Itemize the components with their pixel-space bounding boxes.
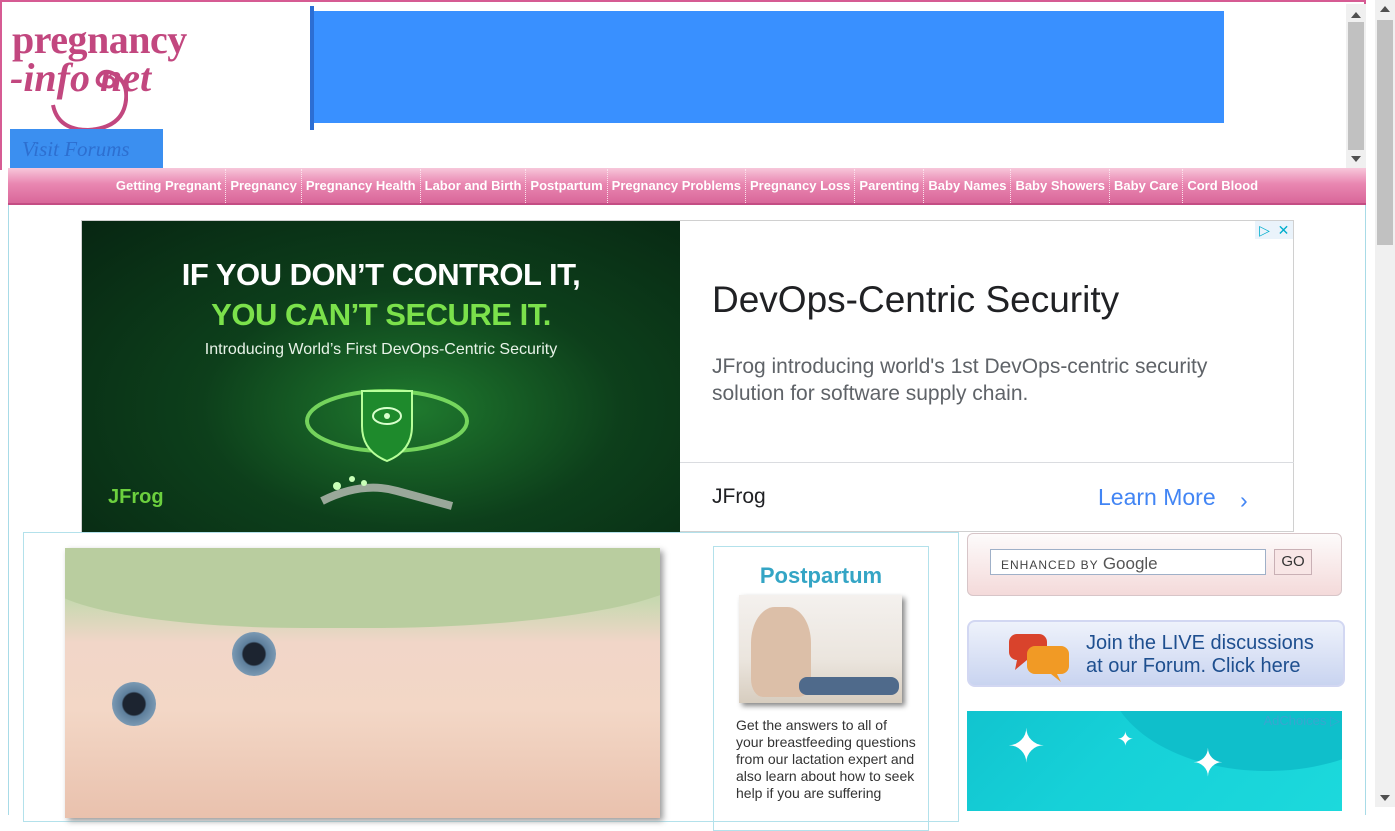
nav-pregnancy-loss[interactable]: Pregnancy Loss xyxy=(746,168,856,203)
nav-labor-and-birth[interactable]: Labor and Birth xyxy=(421,168,527,203)
scroll-up-arrow-icon[interactable] xyxy=(1351,12,1361,18)
adchoices-label: AdChoices xyxy=(1263,713,1327,728)
search-enhanced-label: ENHANCED BY xyxy=(1001,558,1099,572)
ad-image-headline-1: IF YOU DON’T CONTROL IT, xyxy=(181,257,581,292)
nav-pregnancy-health[interactable]: Pregnancy Health xyxy=(302,168,421,203)
scroll-up-arrow-icon[interactable] xyxy=(1380,6,1390,12)
visit-forums-button[interactable]: Visit Forums xyxy=(10,129,163,169)
page-scrollbar[interactable] xyxy=(1375,0,1395,807)
chat-bubbles-icon xyxy=(1009,634,1069,682)
star-icon: ✦ xyxy=(1007,720,1046,772)
baby-eye-right xyxy=(232,632,276,676)
site-search-box: ENHANCED BY Google GO xyxy=(967,533,1342,596)
scroll-down-arrow-icon[interactable] xyxy=(1351,156,1361,162)
nav-parenting[interactable]: Parenting xyxy=(855,168,925,203)
baby-photo[interactable] xyxy=(65,548,660,818)
header-frame-scrollbar[interactable] xyxy=(1346,4,1366,170)
ad-image-subline: Introducing World’s First DevOps-Centric… xyxy=(204,341,558,358)
main-nav: Getting Pregnant Pregnancy Pregnancy Hea… xyxy=(8,168,1366,205)
learn-more-button[interactable]: Learn More xyxy=(1098,484,1216,511)
display-ad[interactable]: IF YOU DON’T CONTROL IT, YOU CAN’T SECUR… xyxy=(81,220,1294,533)
nav-pregnancy[interactable]: Pregnancy xyxy=(226,168,302,203)
star-icon: ✦ xyxy=(1192,743,1224,785)
search-input[interactable]: ENHANCED BY Google xyxy=(990,549,1266,575)
logo-text-line1: pregnancy xyxy=(12,17,187,62)
scrollbar-thumb[interactable] xyxy=(1348,22,1364,150)
nav-baby-care[interactable]: Baby Care xyxy=(1110,168,1184,203)
ad-controls: ▷ ✕ xyxy=(1255,221,1293,239)
ad-description: JFrog introducing world's 1st DevOps-cen… xyxy=(712,355,1208,405)
search-go-button[interactable]: GO xyxy=(1274,549,1312,575)
banner-ad-area[interactable] xyxy=(314,11,1224,123)
site-logo[interactable]: pregnancy -info net xyxy=(8,20,233,132)
ad-advertiser: JFrog xyxy=(712,485,766,508)
nav-getting-pregnant[interactable]: Getting Pregnant xyxy=(112,168,227,203)
baby-eye-left xyxy=(112,682,156,726)
scrollbar-thumb[interactable] xyxy=(1377,20,1393,245)
ad-image[interactable]: IF YOU DON’T CONTROL IT, YOU CAN’T SECUR… xyxy=(82,221,680,533)
shield-icon xyxy=(305,389,469,510)
scroll-down-arrow-icon[interactable] xyxy=(1380,795,1390,801)
photo-figure-legs xyxy=(799,677,899,695)
logo-swirl-icon xyxy=(51,69,128,132)
postpartum-photo[interactable] xyxy=(739,595,902,703)
close-icon[interactable]: ✕ xyxy=(1274,221,1293,239)
nav-baby-showers[interactable]: Baby Showers xyxy=(1011,168,1111,203)
ad-image-headline-2: YOU CAN’T SECURE IT. xyxy=(211,297,551,332)
ad-text-panel[interactable]: DevOps-Centric Security JFrog introducin… xyxy=(680,221,1294,533)
forum-banner-text: Join the LIVE discussions at our Forum. … xyxy=(1086,632,1314,677)
postpartum-title[interactable]: Postpartum xyxy=(714,563,928,589)
adchoices-link[interactable]: AdChoices ▷ xyxy=(1264,713,1340,729)
star-icon: ✦ xyxy=(1117,729,1134,751)
nav-baby-names[interactable]: Baby Names xyxy=(924,168,1012,203)
postpartum-card[interactable]: Postpartum Get the answers to all of you… xyxy=(713,546,929,831)
nav-pregnancy-problems[interactable]: Pregnancy Problems xyxy=(608,168,746,203)
ad-title[interactable]: DevOps-Centric Security xyxy=(712,279,1119,321)
google-logo: Google xyxy=(1102,554,1158,573)
adchoices-icon[interactable]: ▷ xyxy=(1255,221,1274,239)
ad-image-brand: JFrog xyxy=(108,486,164,508)
nav-postpartum[interactable]: Postpartum xyxy=(526,168,608,203)
header-frame: pregnancy -info net Visit Forums xyxy=(0,0,1366,170)
nav-cord-blood[interactable]: Cord Blood xyxy=(1183,169,1262,203)
postpartum-text: Get the answers to all of your breastfee… xyxy=(736,717,916,801)
forum-banner[interactable]: Join the LIVE discussions at our Forum. … xyxy=(967,620,1345,687)
sidebar-ad[interactable]: ✦ ✦ ✦ AdChoices ▷ xyxy=(967,711,1342,811)
header-banner-ad[interactable] xyxy=(310,6,1225,130)
chevron-right-icon[interactable]: › xyxy=(1240,487,1248,514)
blanket-shape xyxy=(65,548,660,628)
featured-article-box: Postpartum Get the answers to all of you… xyxy=(23,532,959,831)
ad-divider xyxy=(680,462,1294,463)
